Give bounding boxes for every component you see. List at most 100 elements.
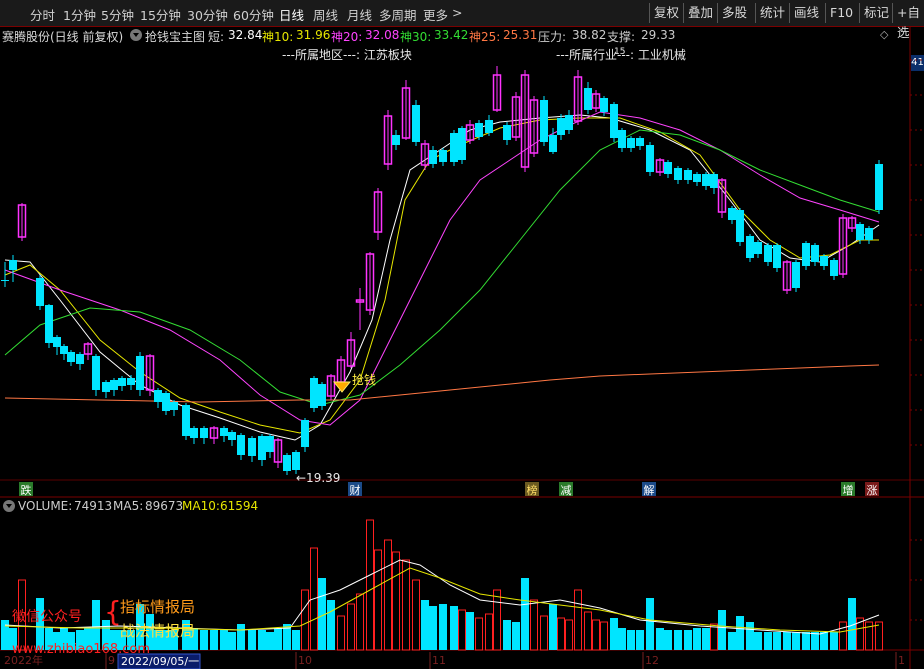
volume-bar [728, 632, 736, 650]
event-marker-5[interactable]: 增 [841, 482, 855, 497]
candle [102, 380, 110, 398]
candle [283, 453, 291, 475]
candle [838, 214, 848, 278]
candle [655, 158, 665, 176]
candle [67, 350, 75, 366]
candle [76, 352, 84, 370]
event-marker-0[interactable]: 跌 [19, 482, 33, 497]
candle [520, 70, 530, 172]
volume-bar [646, 598, 654, 650]
month-label-1: 10 [298, 654, 312, 667]
volume-bar [258, 630, 266, 650]
price-grid-ticks [910, 59, 924, 621]
volume-bar [228, 632, 236, 650]
volume-bar [248, 630, 256, 650]
volume-bar [718, 610, 726, 650]
candle [220, 426, 228, 442]
volume-bar [530, 599, 538, 651]
price-chart[interactable]: 跌财榜减解增涨 2022年 2022/09/05/一9 10 11 12 1 ---所属地… [0, 0, 924, 669]
candle [92, 354, 100, 396]
volume-dropdown-icon[interactable] [3, 500, 15, 512]
volume-bar [274, 628, 282, 650]
candle [511, 92, 521, 141]
candle [118, 376, 126, 391]
candle [636, 136, 644, 150]
event-marker-6[interactable]: 涨 [865, 482, 879, 497]
candle [754, 240, 762, 258]
watermark-url: www.zhibiao168.com [12, 642, 151, 657]
volume-info-bar: VOLUME: 74913 MA5: 89673 MA10: 61594 [0, 498, 924, 515]
event-marker-label: 增 [843, 483, 854, 497]
chart-grid [0, 27, 924, 669]
candle [53, 335, 61, 355]
event-marker-2[interactable]: 榜 [525, 482, 539, 497]
candle [383, 110, 393, 170]
event-marker-1[interactable]: 财 [348, 482, 362, 497]
volume-bar [347, 603, 355, 651]
ma10-value: 61594 [220, 499, 259, 513]
candle [830, 258, 838, 280]
volume-bar [549, 604, 557, 650]
candle [811, 243, 819, 266]
volume-bar [574, 589, 582, 651]
event-marker-3[interactable]: 减 [559, 482, 573, 497]
event-marker-label: 减 [561, 484, 572, 497]
candle [9, 255, 17, 282]
volume-bar [356, 593, 364, 651]
month-label-4: 1 [898, 654, 905, 667]
volume-bar [503, 620, 511, 650]
volume-bar [237, 624, 245, 650]
candle [170, 400, 178, 416]
volume-bar [485, 613, 493, 651]
candle [127, 375, 135, 390]
candle [248, 436, 256, 462]
volume-bar [736, 616, 744, 650]
candle [162, 391, 170, 415]
candle [439, 148, 447, 166]
volume-bar [710, 623, 718, 651]
volume-bar [557, 617, 565, 651]
candle [782, 260, 792, 294]
candle [136, 352, 144, 396]
event-marker-4[interactable]: 解 [642, 482, 656, 497]
volume-bar [1, 620, 9, 650]
volume-label: VOLUME: [18, 499, 73, 513]
event-markers: 跌 财 榜 减 解 增涨 [19, 482, 879, 497]
candle [200, 426, 208, 444]
event-marker-label: 财 [350, 483, 361, 497]
candle [258, 434, 266, 466]
event-marker-label: 榜 [527, 483, 538, 497]
candle [17, 203, 27, 241]
volume-bar [292, 630, 300, 650]
candle [865, 226, 873, 244]
candle [237, 433, 245, 460]
candle [693, 172, 701, 186]
volume-bar [610, 618, 618, 650]
volume-bar [493, 589, 501, 651]
volume-bar [450, 606, 458, 650]
volume-bar [475, 617, 483, 651]
candle [646, 142, 654, 176]
candle [475, 120, 483, 140]
volume-bar [402, 559, 410, 651]
candle [875, 160, 883, 214]
volume-bar [684, 630, 692, 650]
candle [492, 66, 502, 112]
volume-bar [584, 611, 592, 651]
event-marker-label: 解 [644, 483, 655, 497]
candle [190, 426, 198, 444]
candle [591, 90, 601, 112]
candle [36, 275, 44, 310]
candle [565, 110, 573, 134]
candle [764, 243, 772, 266]
candle [746, 234, 754, 262]
candle [83, 342, 93, 360]
volume-bar [392, 551, 400, 651]
candle [684, 168, 692, 184]
volume-bar [266, 632, 274, 650]
volume-bar [636, 630, 644, 650]
volume-bar [820, 632, 828, 650]
candle [773, 243, 781, 272]
volume-bar [521, 578, 529, 650]
volume-bar [337, 615, 345, 651]
